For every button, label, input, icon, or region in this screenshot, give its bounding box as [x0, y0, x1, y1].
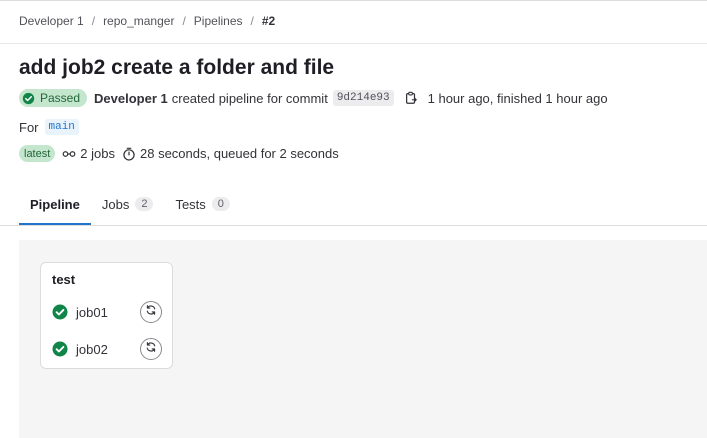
retry-button[interactable] [140, 338, 162, 360]
pipeline-info: latest 2 jobs 28 seconds, queued for 2 s… [19, 145, 339, 162]
breadcrumb-item-group[interactable]: Developer 1 [19, 14, 84, 28]
tab-pipeline[interactable]: Pipeline [19, 185, 91, 225]
stage-column: test job01 job02 [40, 262, 173, 369]
breadcrumb-divider [0, 43, 707, 44]
retry-icon [145, 340, 157, 358]
job-name: job01 [76, 304, 108, 320]
author-link[interactable]: Developer 1 [94, 91, 168, 106]
tab-pipeline-label: Pipeline [30, 196, 80, 212]
tab-jobs[interactable]: Jobs 2 [91, 185, 165, 225]
breadcrumb-item-project[interactable]: repo_manger [103, 14, 174, 28]
breadcrumb-separator: / [91, 14, 96, 28]
status-badge[interactable]: Passed [19, 89, 88, 107]
retry-button[interactable] [140, 301, 162, 323]
duration-text: 28 seconds, queued for 2 seconds [140, 146, 339, 161]
tabs-divider [0, 225, 707, 226]
status-success-icon [52, 341, 68, 357]
ref-line: For main [19, 119, 79, 135]
commit-sha[interactable]: 9d214e93 [332, 90, 394, 106]
tab-tests-count: 0 [211, 197, 230, 211]
status-success-icon [52, 304, 68, 320]
latest-badge: latest [19, 145, 56, 162]
status-success-icon [22, 92, 35, 105]
pipeline-graph: test job01 job02 [19, 240, 707, 438]
timer-icon [122, 147, 136, 161]
job-item[interactable]: job01 [52, 304, 108, 320]
tab-jobs-label: Jobs [101, 196, 130, 212]
breadcrumb-separator: / [250, 14, 254, 28]
retry-icon [145, 303, 157, 321]
top-border [0, 0, 707, 1]
tab-tests-label: Tests [175, 196, 206, 212]
tab-tests[interactable]: Tests 0 [164, 185, 240, 225]
copy-icon[interactable] [404, 91, 418, 105]
job-name: job02 [76, 341, 108, 357]
breadcrumb: Developer 1 / repo_manger / Pipelines / … [19, 14, 275, 28]
job-item[interactable]: job02 [52, 341, 108, 357]
jobs-count: 2 jobs [80, 146, 115, 161]
breadcrumb-item-current[interactable]: #2 [262, 14, 275, 28]
page-title: add job2 create a folder and file [19, 56, 335, 79]
status-badge-label: Passed [40, 91, 81, 105]
pipeline-summary: Passed Developer 1 created pipeline for … [19, 89, 608, 107]
tab-jobs-count: 2 [135, 197, 154, 211]
breadcrumb-separator: / [182, 14, 186, 28]
stage-title: test [52, 272, 76, 287]
ref-badge[interactable]: main [44, 119, 79, 135]
created-text: created pipeline for commit [171, 90, 328, 106]
pipeline-tabs: Pipeline Jobs 2 Tests 0 [19, 185, 241, 225]
timing-text: 1 hour ago, finished 1 hour ago [427, 90, 608, 106]
for-label: For [19, 119, 39, 135]
breadcrumb-item-pipelines[interactable]: Pipelines [194, 14, 243, 28]
pipeline-jobs-icon [62, 147, 76, 161]
